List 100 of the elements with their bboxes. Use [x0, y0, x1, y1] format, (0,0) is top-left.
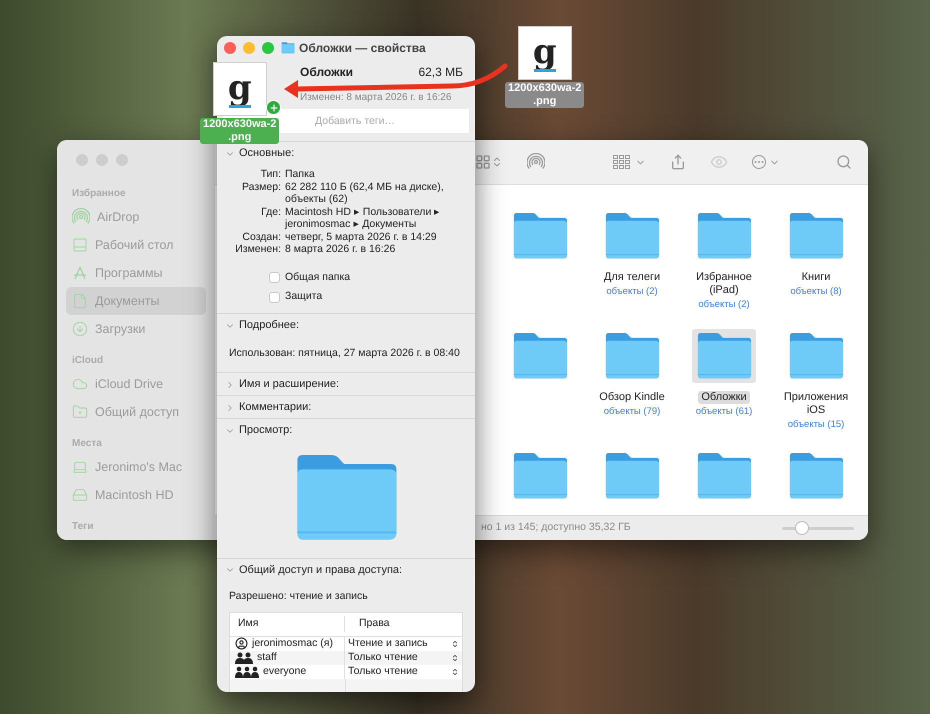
- airdrop-icon: [527, 153, 545, 171]
- desktop-icon: [72, 237, 88, 253]
- cloud-icon: [72, 376, 88, 392]
- share-icon[interactable]: [670, 154, 686, 170]
- last-opened-text: Использован: пятница, 27 марта 2026 г. в 08:40: [229, 347, 460, 359]
- document-icon: [72, 293, 88, 309]
- folder-icon: [695, 332, 753, 380]
- group-icon: [235, 652, 253, 664]
- column-header[interactable]: Права: [345, 616, 390, 632]
- privilege-popup[interactable]: Только чтение: [345, 650, 462, 665]
- permission-summary: Разрешено: чтение и запись: [229, 590, 368, 602]
- stepper-icon: [491, 156, 503, 168]
- zoom-button[interactable]: [262, 42, 274, 54]
- more-actions-button[interactable]: [752, 155, 780, 169]
- checkbox-label: Общая папка: [285, 270, 350, 284]
- section-title[interactable]: Просмотр:: [239, 422, 292, 439]
- checkbox-label: Защита: [285, 289, 322, 304]
- airdrop-icon: [72, 208, 90, 226]
- checkbox[interactable]: [269, 272, 280, 283]
- close-button[interactable]: [224, 42, 236, 54]
- folder-icon: [603, 452, 661, 500]
- folder-icon: [511, 452, 569, 500]
- field-value: 62 282 110 Б (62,4 МБ на диске),: [285, 180, 445, 193]
- sidebar-heading: iCloud: [71, 354, 104, 368]
- drag-file-label: 1200x630wa-2 .png: [200, 118, 280, 144]
- checkbox[interactable]: [269, 292, 280, 303]
- field-value: jeronimosmac ▸ Документы: [285, 218, 418, 230]
- user-icon: [235, 637, 248, 650]
- item-name: Обложки: [300, 65, 353, 79]
- logo-underline: [534, 68, 556, 72]
- icon-size-slider[interactable]: [782, 522, 854, 534]
- section-title[interactable]: Имя и расширение:: [239, 376, 340, 393]
- folder-icon: [511, 212, 569, 260]
- field-label: Тип:: [260, 168, 281, 180]
- item-size: 62,3 МБ: [418, 65, 463, 79]
- sidebar-heading: Места: [71, 437, 103, 451]
- file-name[interactable]: Книги: [798, 270, 834, 284]
- user-name: everyone: [263, 664, 306, 679]
- section-title[interactable]: Подробнее:: [239, 317, 300, 334]
- privilege-popup[interactable]: Только чтение: [345, 664, 462, 679]
- stepper-icon: [451, 654, 459, 662]
- field-value: Папка: [285, 168, 316, 180]
- field-value: объекты (62): [285, 193, 349, 206]
- folder-icon: [695, 452, 753, 500]
- field-value: четверг, 5 марта 2026 г. в 14:29: [285, 230, 438, 243]
- file-name[interactable]: Обзор Kindle: [596, 390, 668, 404]
- folder-icon: [603, 212, 661, 260]
- status-text: но 1 из 145; доступно 35,32 ГБ: [481, 520, 631, 536]
- slider-thumb[interactable]: [795, 521, 810, 535]
- folder-icon: [695, 212, 753, 260]
- field-label: Размер:: [240, 180, 281, 194]
- folder-icon: [787, 332, 845, 380]
- search-icon[interactable]: [836, 154, 852, 170]
- file-name-label: 1200x630wa-2 .png: [505, 82, 584, 108]
- item-count: объекты (2): [698, 298, 750, 312]
- item-count: объекты (61): [696, 404, 752, 419]
- group-button[interactable]: [613, 155, 646, 169]
- stepper-icon: [451, 668, 459, 676]
- file-name[interactable]: Для телеги: [600, 270, 664, 284]
- more-icon: [752, 155, 766, 169]
- file-name[interactable]: Приложения iOS: [780, 390, 852, 417]
- field-label: Где:: [260, 206, 281, 220]
- sidebar-heading: Теги: [71, 520, 94, 534]
- field-value: Macintosh HD ▸ Пользователи ▸: [285, 206, 442, 218]
- logo-underline: [228, 104, 251, 108]
- item-count: объекты (15): [788, 418, 844, 432]
- icon-grid-icon: [613, 155, 631, 169]
- field-label: Создан:: [241, 230, 281, 243]
- grid-view-icon: [475, 154, 491, 170]
- view-switcher[interactable]: [475, 154, 503, 170]
- section-title[interactable]: Общий доступ и права доступа:: [239, 562, 402, 578]
- section-title[interactable]: Комментарии:: [239, 399, 312, 416]
- modified-date: Изменен: 8 марта 2026 г. в 16:26: [300, 92, 452, 104]
- folder-icon: [787, 212, 845, 260]
- file-name[interactable]: Обложки: [698, 390, 750, 404]
- folder-icon: [603, 332, 661, 380]
- apps-icon: [72, 265, 88, 281]
- user-name: jeronimosmac (я): [252, 636, 333, 651]
- download-icon: [72, 321, 88, 337]
- field-value: 8 марта 2026 г. в 16:26: [285, 243, 396, 256]
- sidebar-heading: Избранное: [71, 187, 127, 201]
- item-count: объекты (8): [790, 284, 842, 299]
- privilege-popup[interactable]: Чтение и запись: [345, 636, 462, 651]
- shared-folder-icon: [72, 404, 88, 420]
- laptop-icon: [72, 459, 88, 475]
- eye-icon[interactable]: [710, 153, 728, 171]
- folder-icon: [511, 332, 569, 380]
- item-count: объекты (2): [606, 284, 658, 299]
- minimize-button[interactable]: [243, 42, 255, 54]
- column-header[interactable]: Имя: [230, 616, 345, 632]
- field-label: Изменен:: [234, 243, 281, 256]
- folder-icon: [281, 42, 295, 54]
- user-name: staff: [257, 650, 277, 665]
- section-title[interactable]: Основные:: [239, 145, 294, 162]
- folder-icon: [787, 452, 845, 500]
- stepper-icon: [451, 640, 459, 648]
- everyone-icon: [235, 666, 259, 678]
- item-count: объекты (79): [604, 404, 660, 419]
- window-title: Обложки — свойства: [299, 40, 426, 57]
- file-name[interactable]: Избранное (iPad): [693, 270, 755, 297]
